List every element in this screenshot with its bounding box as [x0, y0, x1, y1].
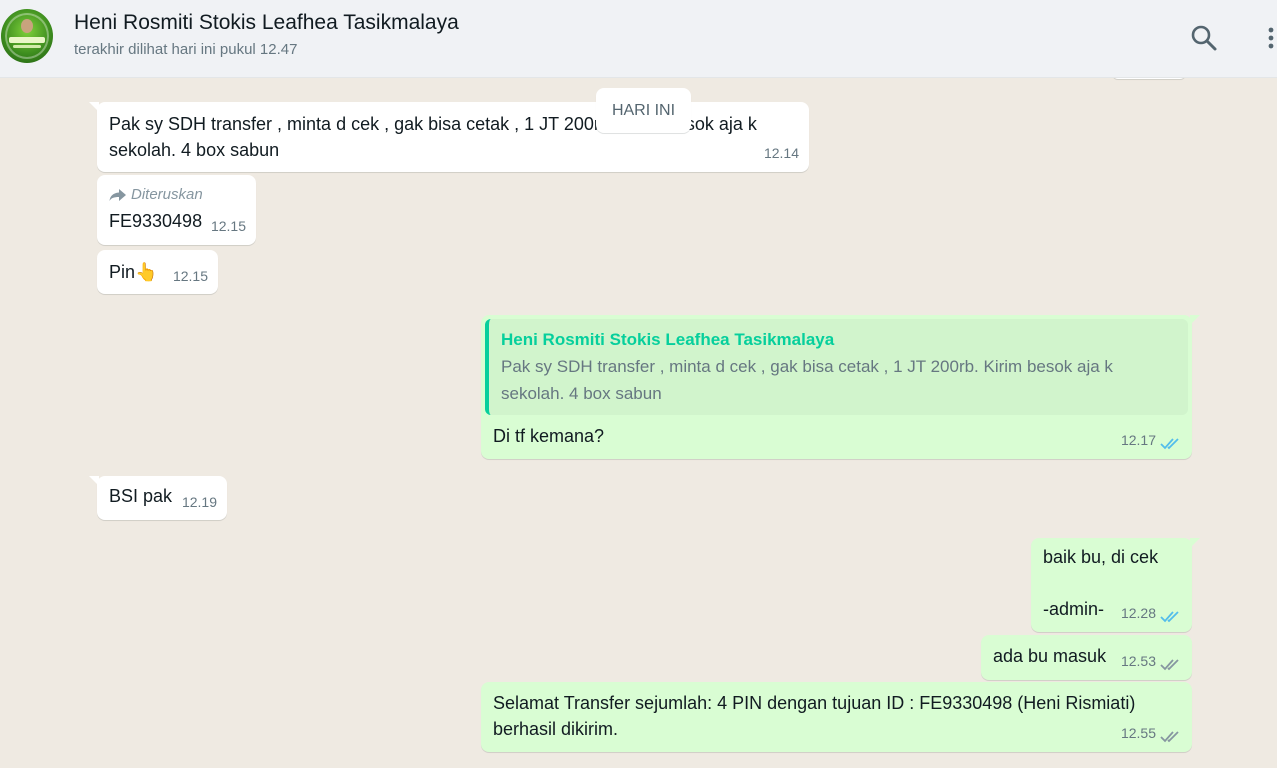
bubble-tail	[1190, 315, 1200, 325]
read-receipt-icon	[1160, 438, 1179, 450]
bubble-tail	[1190, 538, 1200, 548]
message-text: Pin👆	[109, 262, 158, 282]
message-time: 12.15	[210, 218, 246, 234]
message-text-line: sekolah. 4 box sabun	[109, 140, 280, 160]
search-icon	[1191, 25, 1217, 51]
message-text: ada bu masuk	[993, 646, 1107, 666]
search-button[interactable]	[1188, 22, 1220, 54]
avatar-face	[21, 19, 33, 33]
message-incoming[interactable]: Pin👆 12.15	[97, 250, 218, 294]
message-incoming[interactable]: Pak sy SDH transfer , minta d cek , gak …	[89, 102, 809, 172]
forwarded-text: Diteruskan	[131, 186, 203, 203]
delivered-receipt-icon	[1160, 659, 1179, 671]
forward-arrow-icon	[109, 189, 126, 201]
last-seen-status: terakhir dilihat hari ini pukul 12.47	[74, 41, 298, 58]
message-text-line: berhasil dikirim.	[493, 719, 619, 739]
avatar-banner	[9, 37, 45, 43]
contact-name[interactable]: Heni Rosmiti Stokis Leafhea Tasikmalaya	[74, 11, 459, 35]
message-outgoing[interactable]: Selamat Transfer sejumlah: 4 PIN dengan …	[481, 682, 1192, 752]
quoted-text-line: sekolah. 4 box sabun	[501, 384, 662, 403]
delivered-receipt-icon	[1160, 731, 1179, 743]
read-receipt-icon	[1160, 611, 1179, 623]
more-vertical-icon	[1268, 27, 1274, 49]
date-separator: HARI INI	[596, 88, 691, 133]
message-text-line: Selamat Transfer sejumlah: 4 PIN dengan …	[493, 693, 1136, 713]
quoted-message[interactable]: Heni Rosmiti Stokis Leafhea Tasikmalaya …	[485, 319, 1188, 415]
message-outgoing[interactable]: baik bu, di cek -admin- 12.28	[1031, 538, 1200, 632]
message-outgoing[interactable]: ada bu masuk 12.53	[981, 635, 1192, 680]
message-text-line: -admin-	[1043, 599, 1105, 619]
avatar-banner-sub	[13, 45, 41, 48]
message-outgoing-reply[interactable]: Heni Rosmiti Stokis Leafhea Tasikmalaya …	[481, 315, 1200, 459]
message-time: 12.55	[1120, 725, 1156, 741]
message-time: 12.19	[181, 494, 217, 510]
message-time: 12.17	[1120, 432, 1156, 448]
menu-button[interactable]	[1262, 22, 1276, 54]
message-text: BSI pak	[109, 486, 173, 506]
contact-avatar[interactable]	[1, 9, 53, 63]
message-time: 12.53	[1120, 653, 1156, 669]
quoted-author: Heni Rosmiti Stokis Leafhea Tasikmalaya	[501, 330, 835, 349]
message-list[interactable]: Pak sy SDH transfer , minta d cek , gak …	[0, 78, 1277, 768]
message-incoming[interactable]: BSI pak 12.19	[89, 476, 227, 520]
bubble-tail	[89, 102, 99, 112]
message-time: 12.14	[763, 145, 799, 161]
chat-header: Heni Rosmiti Stokis Leafhea Tasikmalaya …	[0, 0, 1277, 78]
message-text: Di tf kemana?	[493, 426, 605, 446]
previous-date-chip	[1112, 78, 1186, 79]
bubble-tail	[89, 476, 99, 486]
message-time: 12.15	[172, 268, 208, 284]
message-text: FE9330498	[109, 211, 203, 231]
message-time: 12.28	[1120, 605, 1156, 621]
quoted-text-line: Pak sy SDH transfer , minta d cek , gak …	[501, 357, 1113, 376]
message-text-line: baik bu, di cek	[1043, 547, 1159, 567]
message-incoming-forwarded[interactable]: Diteruskan FE9330498 12.15	[97, 175, 256, 245]
forwarded-label: Diteruskan	[109, 182, 203, 208]
